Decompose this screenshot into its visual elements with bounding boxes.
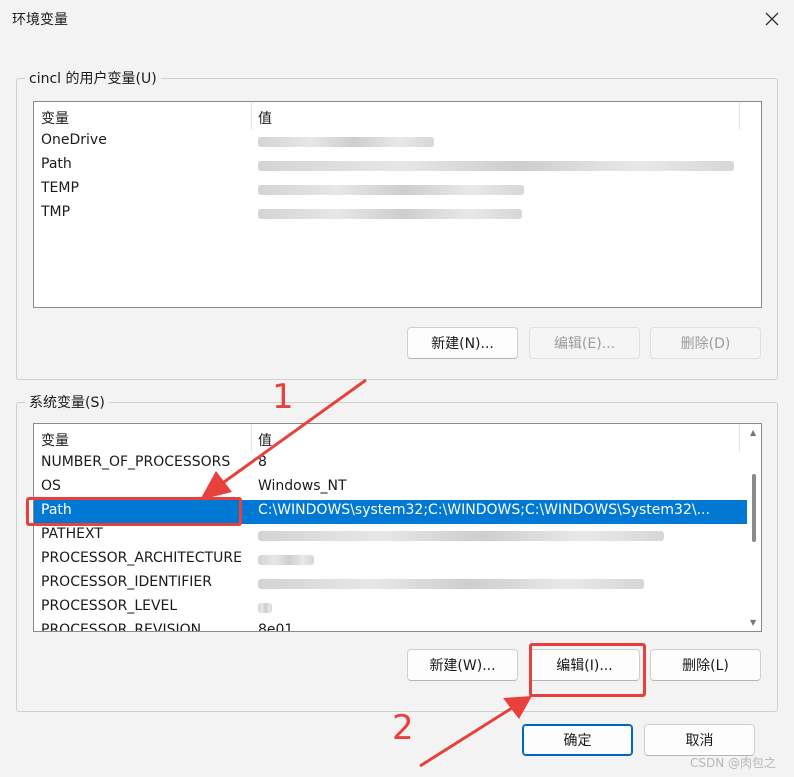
step-2-number: 2 bbox=[392, 708, 414, 748]
arrow-1-line bbox=[223, 378, 367, 484]
arrow-2-line bbox=[419, 706, 513, 768]
watermark: CSDN @肉包之 bbox=[690, 756, 777, 770]
step-1-number: 1 bbox=[272, 377, 294, 417]
arrow-1-head bbox=[200, 471, 232, 500]
arrow-2-head bbox=[503, 696, 532, 719]
annotation-arrows bbox=[200, 378, 532, 768]
